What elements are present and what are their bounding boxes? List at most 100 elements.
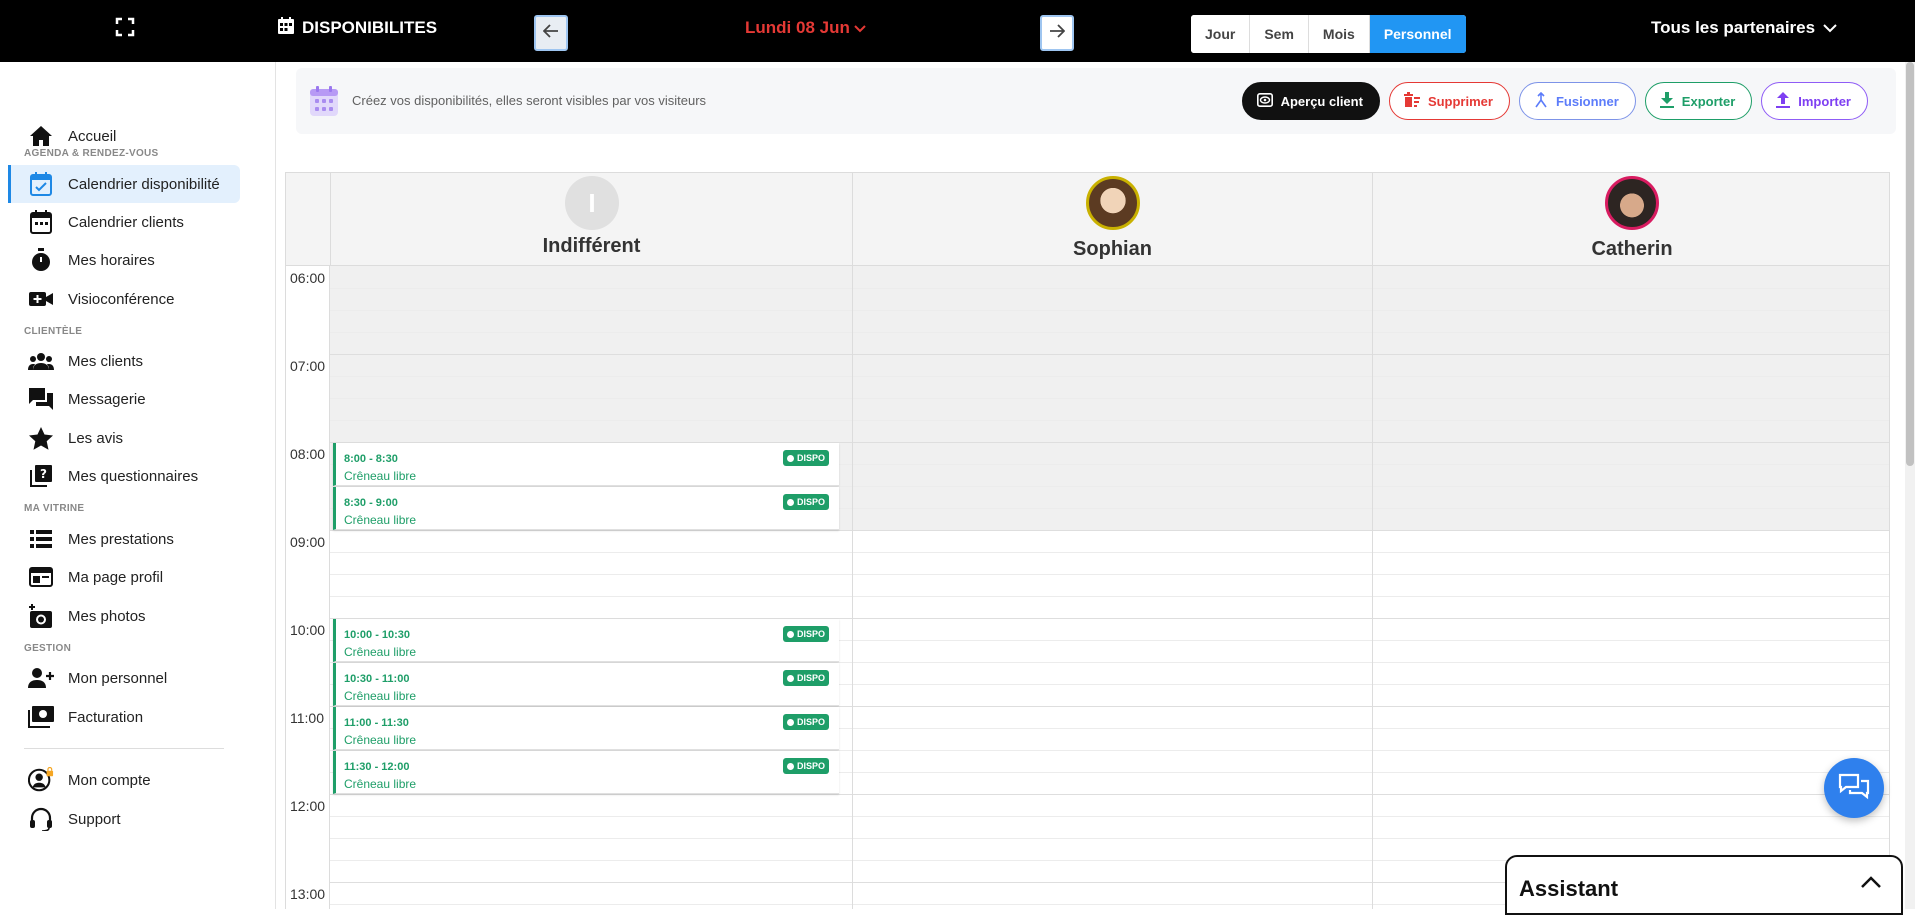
merge-icon	[1534, 91, 1548, 111]
home-icon	[28, 123, 54, 149]
client-preview-label: Aperçu client	[1280, 93, 1363, 109]
grid-line	[330, 530, 1889, 531]
grid-line	[330, 398, 1889, 399]
status-badge: DISPO	[782, 626, 829, 642]
view-week-button[interactable]: Sem	[1250, 15, 1309, 53]
dot-icon	[786, 674, 794, 682]
sidebar-item-messages[interactable]: Messagerie	[8, 380, 240, 418]
sidebar-item-billing[interactable]: Facturation	[8, 698, 240, 736]
column-divider	[1372, 266, 1373, 909]
dot-icon	[786, 630, 794, 638]
sidebar-item-client-calendar[interactable]: Calendrier clients	[8, 203, 240, 241]
next-button[interactable]	[1040, 15, 1074, 51]
eye-icon	[1256, 92, 1273, 110]
sidebar-item-support[interactable]: Support	[8, 800, 240, 838]
sidebar-item-label: Calendrier clients	[68, 213, 184, 231]
badge-text: DISPO	[796, 717, 825, 727]
sidebar-item-label: Visioconférence	[68, 290, 175, 308]
slot-label: Crêneau libre	[344, 645, 417, 659]
partners-dropdown[interactable]: Tous les partenaires	[1651, 18, 1837, 38]
column-header-sophian[interactable]: Sophian	[852, 173, 1372, 266]
column-name: Indifférent	[542, 235, 641, 257]
chevron-down-icon	[854, 18, 866, 38]
slot-label: Crêneau libre	[344, 689, 417, 703]
section-vitrine: MA VITRINE	[24, 503, 85, 514]
sidebar-item-services[interactable]: Mes prestations	[8, 520, 240, 558]
previous-button[interactable]	[534, 15, 568, 51]
calendar-grid[interactable]: 8:00 - 8:30 Crêneau libre DISPO 8:30 - 9…	[330, 266, 1889, 909]
hour-label: 07:00	[290, 358, 326, 374]
delete-button[interactable]: Supprimer	[1388, 82, 1510, 120]
column-name: Catherin	[1591, 238, 1673, 260]
hour-label: 11:00	[290, 710, 324, 726]
account-circle-icon	[28, 767, 54, 793]
calendar-icon	[28, 209, 54, 235]
export-button[interactable]: Exporter	[1644, 82, 1753, 120]
merge-button[interactable]: Fusionner	[1518, 82, 1636, 120]
availability-slot[interactable]: 11:30 - 12:00 Crêneau libre DISPO	[333, 751, 839, 794]
chat-bubbles-icon	[28, 386, 54, 412]
availability-slot[interactable]: 10:30 - 11:00 Crêneau libre DISPO	[333, 663, 839, 706]
view-month-button[interactable]: Mois	[1308, 15, 1370, 53]
slot-label: Crêneau libre	[344, 733, 417, 747]
availability-slot[interactable]: 10:00 - 10:30 Crêneau libre DISPO	[333, 619, 839, 662]
availability-slot[interactable]: 8:00 - 8:30 Crêneau libre DISPO	[333, 443, 839, 486]
sidebar-item-availability-calendar[interactable]: Calendrier disponibilité	[8, 165, 240, 203]
client-preview-button[interactable]: Aperçu client	[1241, 82, 1380, 120]
view-staff-button[interactable]: Personnel	[1369, 15, 1466, 53]
info-bar: Créez vos disponibilités, elles seront v…	[296, 68, 1896, 134]
sidebar-item-profile-page[interactable]: Ma page profil	[8, 558, 240, 596]
sidebar-item-label: Mes clients	[68, 352, 144, 370]
video-plus-icon	[28, 286, 54, 312]
availability-slot[interactable]: 11:00 - 11:30 Crêneau libre DISPO	[333, 707, 839, 750]
badge-text: DISPO	[796, 497, 825, 507]
sidebar: Accueil AGENDA & RENDEZ-VOUS Calendrier …	[0, 62, 276, 909]
page-title-text: DISPONIBILITES	[302, 18, 438, 37]
grid-line	[330, 838, 1889, 839]
slot-time: 11:00 - 11:30	[344, 717, 409, 729]
headset-icon	[28, 806, 54, 832]
question-box-icon: ?	[28, 463, 54, 489]
sidebar-item-staff[interactable]: Mon personnel	[8, 659, 240, 697]
slot-time: 8:00 - 8:30	[344, 453, 398, 465]
column-header-indifferent[interactable]: I Indifférent	[330, 173, 852, 266]
sidebar-item-schedules[interactable]: Mes horaires	[8, 241, 240, 279]
calendar-check-icon	[28, 171, 54, 197]
slot-label: Crêneau libre	[344, 513, 417, 527]
action-buttons: Aperçu client Supprimer Fusionner Export…	[1241, 82, 1868, 120]
date-selector[interactable]: Lundi 08 Jun	[745, 18, 866, 38]
slot-time: 8:30 - 9:00	[344, 497, 398, 509]
grid-line	[330, 376, 1889, 377]
scrollbar-thumb[interactable]	[1906, 62, 1914, 466]
grid-line	[330, 354, 1889, 355]
column-header-catherin[interactable]: Catherin	[1372, 173, 1889, 266]
fullscreen-icon[interactable]	[114, 16, 136, 38]
sidebar-item-questionnaires[interactable]: ? Mes questionnaires	[8, 457, 240, 495]
avatar	[1086, 176, 1140, 230]
list-icon	[28, 526, 54, 552]
sidebar-item-videoconference[interactable]: Visioconférence	[8, 280, 240, 318]
slot-time: 10:30 - 11:00	[344, 673, 410, 685]
sidebar-item-label: Mes photos	[68, 607, 146, 625]
sidebar-item-photos[interactable]: Mes photos	[8, 597, 240, 635]
hour-label: 08:00	[290, 446, 326, 462]
import-button[interactable]: Importer	[1761, 82, 1868, 120]
chevron-up-icon[interactable]	[1859, 871, 1883, 895]
staff-calendar: I Indifférent Sophian Catherin 06:00 07:…	[285, 172, 1890, 909]
delete-label: Supprimer	[1427, 93, 1493, 109]
sidebar-item-account[interactable]: Mon compte	[8, 761, 240, 799]
badge-text: DISPO	[796, 629, 825, 639]
sidebar-item-label: Mes horaires	[68, 251, 155, 269]
availability-slot[interactable]: 8:30 - 9:00 Crêneau libre DISPO	[333, 487, 839, 530]
view-day-button[interactable]: Jour	[1191, 15, 1251, 53]
people-icon	[28, 348, 54, 374]
sidebar-item-clients[interactable]: Mes clients	[8, 342, 240, 380]
avatar: I	[565, 176, 619, 230]
chat-button[interactable]	[1824, 758, 1884, 818]
calendar-icon	[278, 17, 294, 39]
arrow-right-icon	[1049, 23, 1066, 43]
assistant-panel[interactable]: Assistant	[1505, 855, 1903, 915]
sidebar-item-reviews[interactable]: Les avis	[8, 419, 240, 457]
info-message: Créez vos disponibilités, elles seront v…	[352, 93, 707, 108]
badge-text: DISPO	[796, 673, 825, 683]
